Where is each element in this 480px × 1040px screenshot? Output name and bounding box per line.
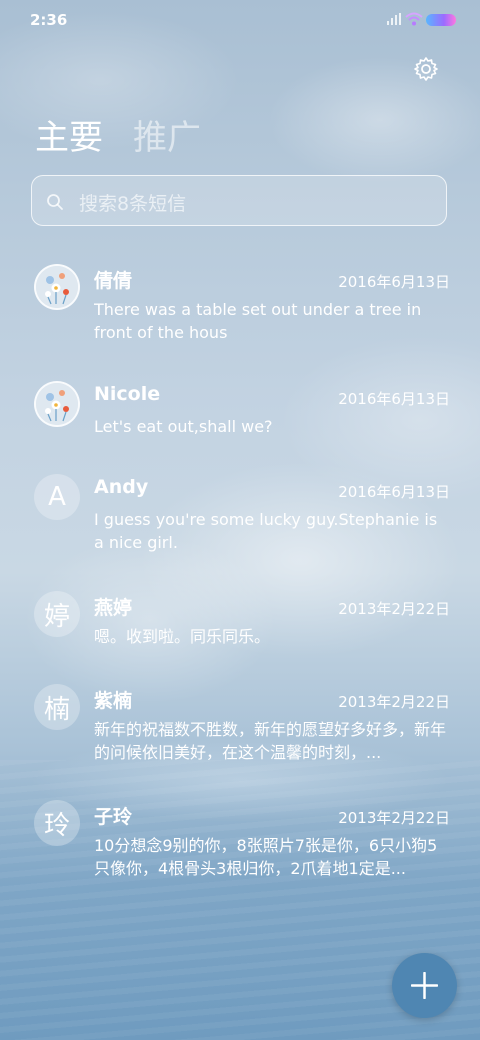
message-date: 2016年6月13日 [338,390,450,408]
search-placeholder: 搜索8条短信 [79,193,187,215]
avatar: A [34,474,80,520]
compose-button[interactable] [392,953,457,1018]
wifi-icon [405,12,423,26]
message-preview: 10分想念9别的你，8张照片7张是你，6只小狗5只像你，4根骨头3根归你，2爪着… [94,836,438,878]
battery-icon [426,14,456,26]
contact-name: 倩倩 [94,270,133,292]
flower-avatar-icon [36,266,78,308]
status-time: 2:36 [30,11,68,29]
avatar [34,264,80,310]
flower-avatar-icon [36,383,78,425]
message-date: 2013年2月22日 [338,809,450,827]
conversation-item[interactable]: 楠 紫楠 2013年2月22日 新年的祝福数不胜数，新年的愿望好多好多，新年的问… [0,682,480,772]
message-preview: 嗯。收到啦。同乐同乐。 [94,627,271,646]
gear-icon[interactable] [413,56,439,82]
avatar: 楠 [34,684,80,730]
avatar [34,381,80,427]
conversation-item[interactable]: 玲 子玲 2013年2月22日 10分想念9别的你，8张照片7张是你，6只小狗5… [0,798,480,888]
search-icon [47,194,63,210]
conversation-item[interactable]: A Andy 2016年6月13日 I guess you're some lu… [0,472,480,562]
avatar: 玲 [34,800,80,846]
conversation-item[interactable]: 婷 燕婷 2013年2月22日 嗯。收到啦。同乐同乐。 [0,589,480,659]
message-date: 2016年6月13日 [338,483,450,501]
status-bar: 2:36 [0,0,480,40]
conversation-item[interactable]: Nicole 2016年6月13日 Let's eat out,shall we… [0,379,480,449]
contact-name: 子玲 [94,806,133,828]
tab-promotions[interactable]: 推广 [133,110,201,159]
message-preview: I guess you're some lucky guy.Stephanie … [94,510,438,552]
message-preview: There was a table set out under a tree i… [94,300,422,342]
plus-icon [411,972,438,999]
avatar: 婷 [34,591,80,637]
message-date: 2013年2月22日 [338,600,450,618]
contact-name: Nicole [94,383,161,405]
contact-name: 燕婷 [94,597,133,619]
message-date: 2013年2月22日 [338,693,450,711]
contact-name: Andy [94,476,149,498]
search-input[interactable]: 搜索8条短信 [31,175,447,226]
conversation-item[interactable]: 倩倩 2016年6月13日 There was a table set out … [0,262,480,352]
message-preview: 新年的祝福数不胜数，新年的愿望好多好多，新年的问候依旧美好，在这个温馨的时刻，.… [94,720,447,762]
tab-primary[interactable]: 主要 [35,110,103,159]
contact-name: 紫楠 [94,690,133,712]
message-preview: Let's eat out,shall we? [94,417,273,436]
message-date: 2016年6月13日 [338,273,450,291]
signal-icon [387,13,401,25]
